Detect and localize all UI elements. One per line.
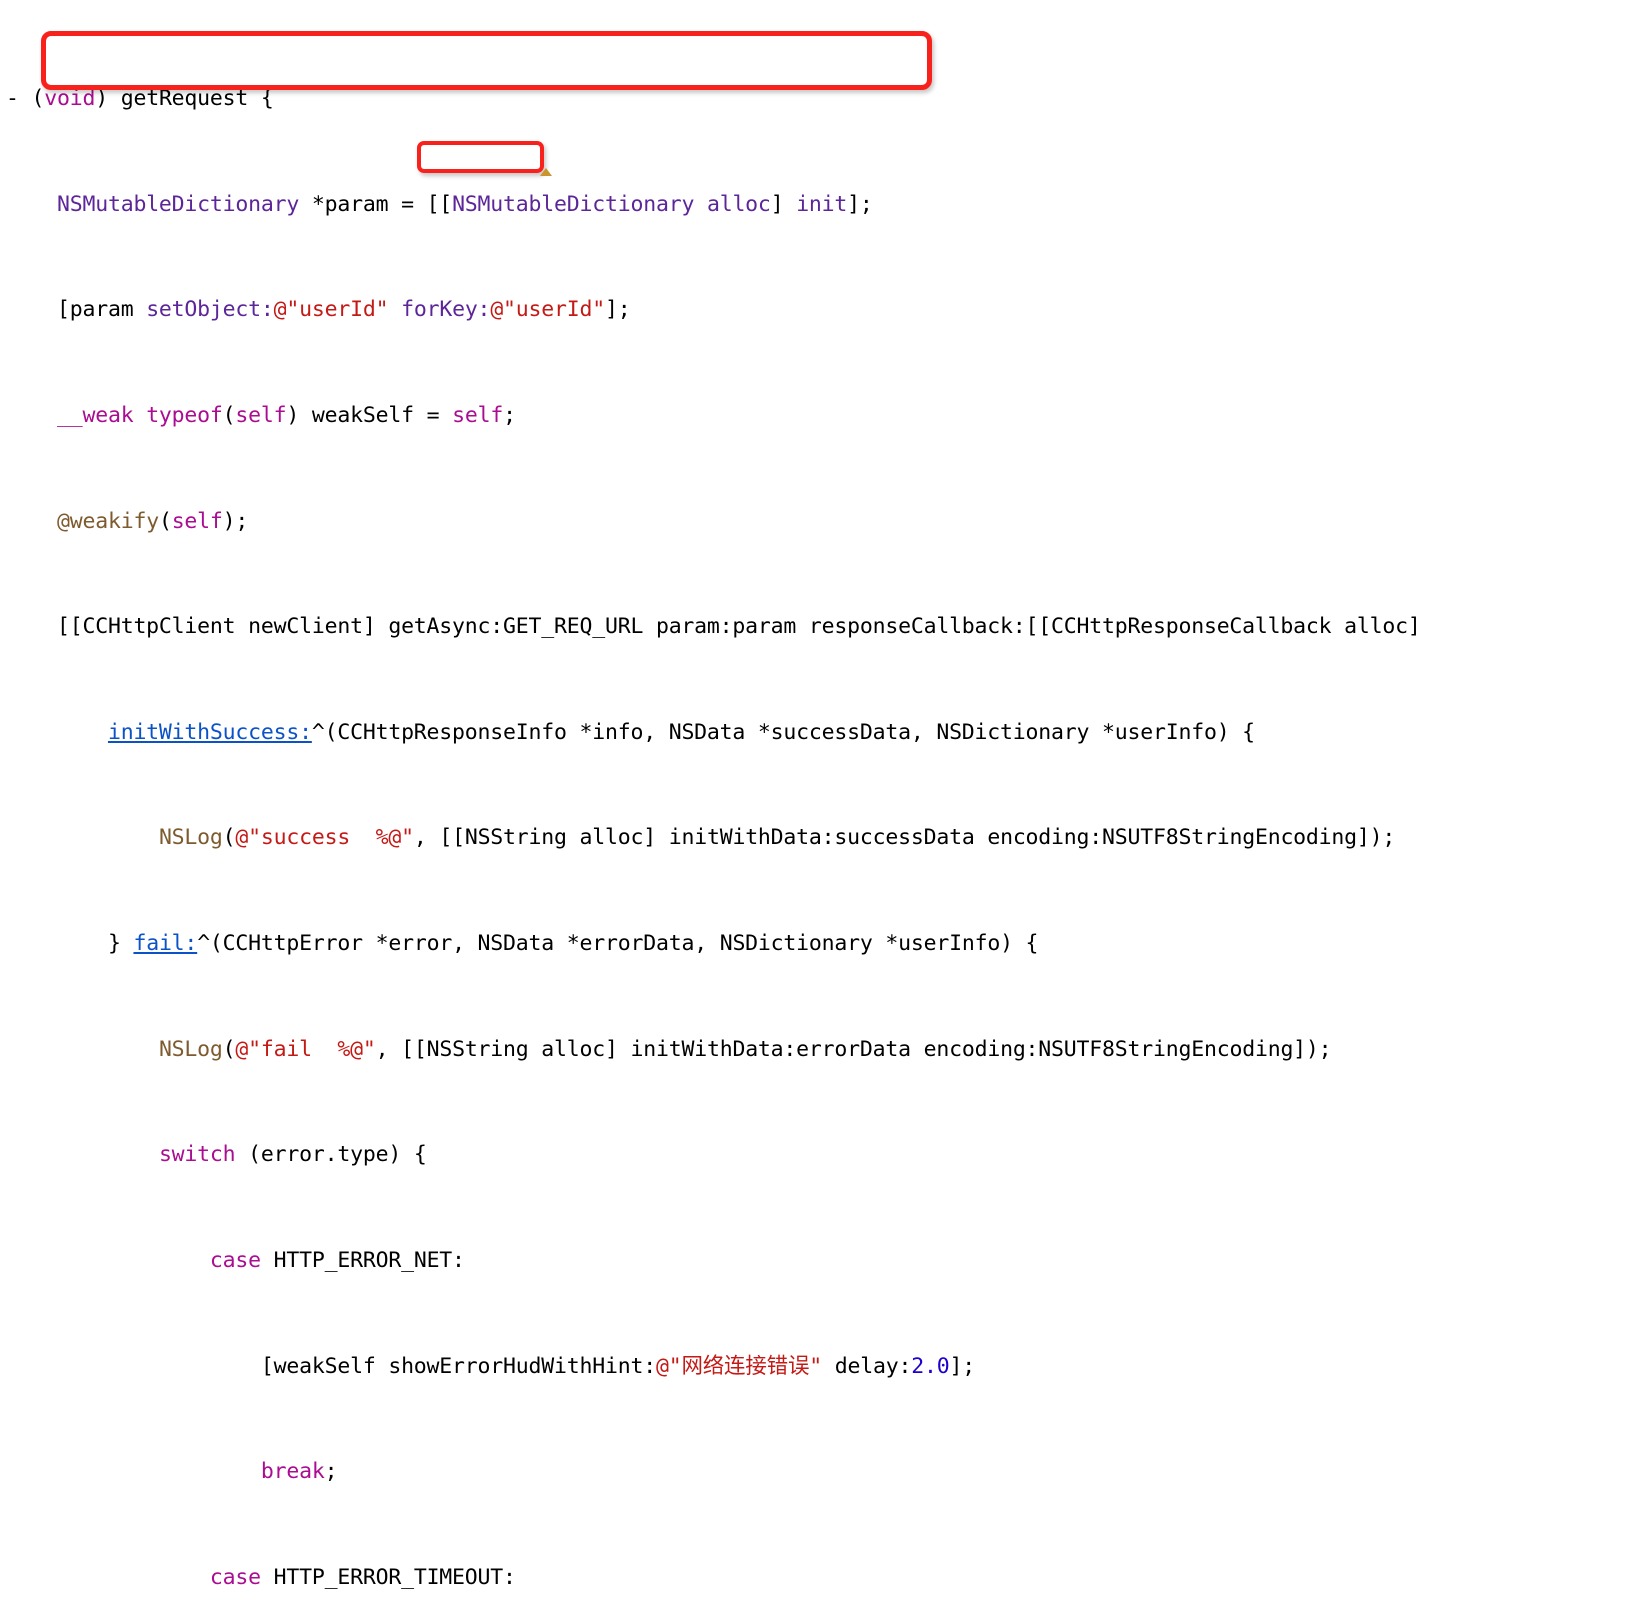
code-line-13: [weakSelf showErrorHudWithHint:@"网络连接错误"… xyxy=(6,1354,1642,1380)
code-line-4: __weak typeof(self) weakSelf = self; xyxy=(6,403,1642,429)
keyword-case: case xyxy=(209,1247,261,1273)
constant-http-error-net: HTTP_ERROR_NET: xyxy=(260,1247,465,1273)
selector-link-initwithsuccess[interactable]: initWithSuccess: xyxy=(108,720,312,745)
string-literal: @"fail %@" xyxy=(235,1036,376,1062)
type-nsmutabledictionary: NSMutableDictionary xyxy=(452,191,695,217)
code-token: ( xyxy=(222,825,236,851)
code-line-7: initWithSuccess:^(CCHttpResponseInfo *in… xyxy=(6,720,1642,746)
code-token: - ( xyxy=(6,86,45,112)
keyword-void: void xyxy=(44,86,96,112)
code-token: ] xyxy=(770,191,797,217)
code-token: *param = [[ xyxy=(299,191,453,217)
code-token: delay: xyxy=(822,1353,912,1379)
code-line-1: - (void) getRequest { xyxy=(6,86,1642,112)
constant-http-error-timeout: HTTP_ERROR_TIMEOUT: xyxy=(260,1564,516,1590)
code-token: ; xyxy=(503,403,516,429)
code-token: (error.type) { xyxy=(235,1142,427,1168)
code-token: ( xyxy=(222,1036,236,1062)
code-token: ^(CCHttpError *error, NSData *errorData,… xyxy=(197,931,1039,957)
code-line-9: } fail:^(CCHttpError *error, NSData *err… xyxy=(6,931,1642,957)
code-editor-pane[interactable]: - (void) getRequest { NSMutableDictionar… xyxy=(0,0,1642,1590)
source-code-block[interactable]: - (void) getRequest { NSMutableDictionar… xyxy=(0,0,1642,1624)
code-line-5: @weakify(self); xyxy=(6,509,1642,535)
string-literal-net-error: @"网络连接错误" xyxy=(655,1353,822,1379)
code-token: ]; xyxy=(605,297,631,323)
keyword-switch: switch xyxy=(158,1142,236,1168)
keyword-self: self xyxy=(171,508,223,534)
code-line-10: NSLog(@"fail %@", [[NSString alloc] init… xyxy=(6,1037,1642,1063)
code-line-8: NSLog(@"success %@", [[NSString alloc] i… xyxy=(6,825,1642,851)
keyword-break: break xyxy=(260,1459,325,1485)
code-line-11: switch (error.type) { xyxy=(6,1142,1642,1168)
macro-nslog: NSLog xyxy=(158,1036,223,1062)
code-token: ]; xyxy=(949,1353,975,1379)
code-token: } xyxy=(6,931,134,957)
code-token: ) getRequest { xyxy=(95,86,274,112)
selector-init: init xyxy=(796,191,848,217)
string-literal: @"userId" xyxy=(273,297,389,323)
code-token: [param xyxy=(6,297,147,323)
code-token: ; xyxy=(324,1459,338,1485)
code-line-6: [[CCHttpClient newClient] getAsync:GET_R… xyxy=(6,614,1642,640)
code-line-14: break; xyxy=(6,1459,1642,1485)
code-token: ); xyxy=(222,508,249,534)
string-literal: @"success %@" xyxy=(235,825,414,851)
string-literal: @"userId" xyxy=(490,297,606,323)
code-token: ( xyxy=(158,508,172,534)
selector-forkey: forKey: xyxy=(401,297,491,323)
keyword-self: self xyxy=(452,403,504,429)
code-line-2: NSMutableDictionary *param = [[NSMutable… xyxy=(6,192,1642,218)
number-literal: 2.0 xyxy=(911,1353,950,1379)
code-line-3: [param setObject:@"userId" forKey:@"user… xyxy=(6,297,1642,323)
code-token: , [[NSString alloc] initWithData:success… xyxy=(413,825,1396,851)
code-token: ) weakSelf = xyxy=(286,403,453,429)
selector-setobject: setObject: xyxy=(146,297,274,323)
macro-weakify: @weakify xyxy=(56,508,159,534)
selector-alloc: alloc xyxy=(706,191,771,217)
code-token: , [[NSString alloc] initWithData:errorDa… xyxy=(375,1036,1332,1062)
keyword-case: case xyxy=(209,1564,261,1590)
code-token: [weakSelf showErrorHudWithHint: xyxy=(6,1353,656,1379)
keyword-self: self xyxy=(235,403,287,429)
code-line-15: case HTTP_ERROR_TIMEOUT: xyxy=(6,1565,1642,1591)
code-token: ^(CCHttpResponseInfo *info, NSData *succ… xyxy=(311,719,1255,745)
code-token: [[CCHttpClient newClient] getAsync:GET_R… xyxy=(6,614,1421,640)
code-token: ( xyxy=(222,403,236,429)
keyword-weak-typeof: __weak typeof xyxy=(56,403,223,429)
selector-link-fail[interactable]: fail: xyxy=(133,931,197,956)
type-nsmutabledictionary: NSMutableDictionary xyxy=(56,191,300,217)
code-line-12: case HTTP_ERROR_NET: xyxy=(6,1248,1642,1274)
macro-nslog: NSLog xyxy=(158,825,223,851)
code-token: ]; xyxy=(847,191,873,217)
